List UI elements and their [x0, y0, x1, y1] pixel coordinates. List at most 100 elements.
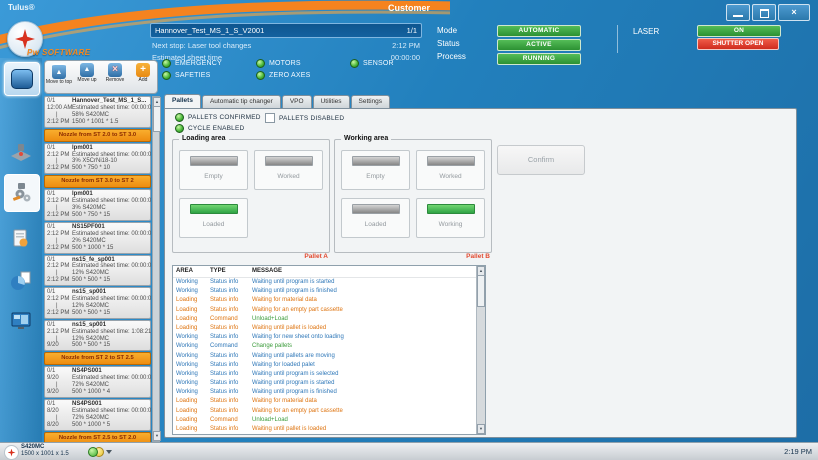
message-type: Status info [210, 379, 252, 388]
sidebar-item-home[interactable] [4, 62, 40, 96]
sidebar-item-machine[interactable] [4, 136, 38, 168]
sidebar-item-reports[interactable] [4, 265, 38, 297]
monitor-icon [9, 309, 33, 333]
pallet-b-label: Pallet B [334, 253, 490, 260]
sidebar-item-monitor[interactable] [4, 305, 38, 337]
tab[interactable]: Automatic tip changer [202, 95, 281, 108]
job-count: 0/1 [47, 191, 72, 198]
pallets-disabled-checkbox[interactable] [265, 113, 275, 123]
queue-item[interactable]: | Nozzle from ST 2.5 to ST 2.0 [44, 432, 151, 442]
message-row: Loading Command Unload+Load [173, 416, 485, 425]
job-time-start: 2:12 PM [47, 329, 72, 336]
minimize-icon [733, 15, 743, 17]
job-material: 72% S420MC [72, 415, 109, 422]
pallet-card[interactable]: Working [416, 198, 485, 238]
scroll-down-icon[interactable]: ▼ [153, 431, 161, 441]
pallet-card[interactable]: Worked [416, 150, 485, 190]
pallet-card[interactable]: Empty [179, 150, 248, 190]
tab[interactable]: Settings [351, 95, 391, 108]
process-value-button[interactable]: RUNNING [497, 53, 581, 65]
job-count: 0/1 [47, 224, 72, 231]
job-name: NS4PS001 [72, 368, 102, 375]
job-dimensions: 500 * 500 * 15 [72, 342, 110, 349]
queue-toolbar-button[interactable]: Add [130, 63, 157, 83]
job-name: ns15_sp001 [72, 322, 106, 329]
indicator: EMERGENCY [162, 59, 224, 68]
queue-item[interactable]: 0/1Hannover_Test_MS_1_S... 12:00 AMEstim… [44, 96, 151, 128]
tab[interactable]: Pallets [164, 94, 201, 108]
tab[interactable]: VPO [282, 95, 312, 108]
sidebar-item-documents[interactable] [4, 223, 38, 255]
job-material: 3% X5CrNi18-10 [72, 158, 117, 165]
chevron-down-icon [106, 450, 112, 454]
confirm-button[interactable]: Confirm [497, 145, 585, 175]
job-count: 0/1 [47, 98, 72, 105]
table-scrollbar[interactable]: ▲ ▼ [476, 266, 485, 434]
pallet-card[interactable]: Worked [254, 150, 323, 190]
queue-item[interactable]: 0/1NS4PS001 9/20Estimated sheet time: 00… [44, 366, 151, 398]
job-est-time: Estimated sheet time: 00:00:00 [72, 231, 151, 238]
queue-scrollbar[interactable]: ▲ ▼ [152, 96, 160, 442]
pallet-card[interactable]: Empty [341, 150, 410, 190]
indicator: SENSOR [350, 59, 412, 68]
queue-item[interactable]: 0/1ns15_sp001 2:12 PMEstimated sheet tim… [44, 320, 151, 352]
queue-item[interactable]: | Nozzle from ST 3.0 to ST 2 [44, 175, 151, 188]
job-dimensions: 1500 * 1001 * 1.5 [72, 119, 118, 126]
message-type: Command [210, 342, 252, 351]
machine-status-icon[interactable] [88, 447, 112, 456]
job-time-end: 2:12 PM [47, 212, 72, 219]
scroll-down-icon[interactable]: ▼ [477, 424, 485, 434]
queue-item[interactable]: | Nozzle from ST 2.0 to ST 3.0 [44, 129, 151, 142]
mode-value-button[interactable]: AUTOMATIC [497, 25, 581, 37]
minimize-button[interactable] [726, 4, 750, 21]
maximize-icon [760, 9, 769, 18]
message-row: Working Status info Waiting until progra… [173, 278, 485, 287]
close-button[interactable]: × [778, 4, 810, 21]
message-area: Loading [173, 296, 210, 305]
working-area-group: Working area Empty Worked Loaded Working [334, 139, 492, 253]
message-area: Working [173, 333, 210, 342]
job-time-start: 9/20 [47, 375, 72, 382]
pallet-status-bar [265, 156, 313, 166]
message-text: Waiting until program is selected [252, 370, 485, 379]
message-text: Change pallets [252, 342, 485, 351]
status-value-button[interactable]: ACTIVE [497, 39, 581, 51]
pallets-panel: PALLETS CONFIRMED CYCLE ENABLED PALLETS … [164, 108, 797, 438]
laser-on-button[interactable]: ON [697, 25, 781, 37]
queue-item[interactable]: 0/1NS15PF001 2:12 PMEstimated sheet time… [44, 222, 151, 254]
queue-toolbar-button[interactable]: Move to top [46, 63, 73, 85]
queue-item[interactable]: 0/1lpm001 2:12 PMEstimated sheet time: 0… [44, 189, 151, 221]
pallet-card[interactable]: Loaded [179, 198, 248, 238]
message-area: Loading [173, 324, 210, 333]
window-title: Customer [0, 3, 818, 13]
message-area: Working [173, 278, 210, 287]
message-row: Loading Status info Waiting until pallet… [173, 425, 485, 434]
pallet-card-label: Worked [417, 173, 484, 180]
scrollbar-thumb[interactable] [477, 275, 485, 307]
maximize-button[interactable] [752, 4, 776, 21]
scrollbar-thumb[interactable] [153, 106, 161, 132]
queue-item[interactable]: 0/1NS4PS001 8/20Estimated sheet time: 00… [44, 399, 151, 431]
sidebar-item-process[interactable] [4, 174, 40, 212]
pallet-card[interactable]: Loaded [341, 198, 410, 238]
indicator: MOTORS [256, 59, 318, 68]
toolbar-button-label: Add [130, 78, 157, 83]
safety-indicators: EMERGENCYSAFETIES MOTORSZERO AXES SENSOR [162, 59, 412, 80]
active-job-name-box[interactable]: Hannover_Test_MS_1_S_V2001 1/1 [150, 23, 422, 38]
queue-toolbar-button[interactable]: Remove [102, 63, 129, 83]
queue-item[interactable]: 0/1ns15_fe_sp001 2:12 PMEstimated sheet … [44, 255, 151, 287]
queue-item[interactable]: 0/1ns15_sp001 2:12 PMEstimated sheet tim… [44, 287, 151, 319]
pallet-card-label: Empty [180, 173, 247, 180]
message-type: Command [210, 416, 252, 425]
queue-item[interactable]: 0/1lpm001 2:12 PMEstimated sheet time: 0… [44, 143, 151, 175]
indicator-label: SENSOR [363, 60, 394, 67]
tab-label: Utilities [321, 98, 342, 105]
message-area: Working [173, 379, 210, 388]
queue-toolbar-button[interactable]: Move up [74, 63, 101, 83]
job-material: 3% S420MC [72, 205, 106, 212]
tab[interactable]: Utilities [313, 95, 350, 108]
message-text: Waiting for material data [252, 397, 485, 406]
queue-item[interactable]: | Nozzle from ST 2 to ST 2.5 [44, 352, 151, 365]
message-area: Working [173, 388, 210, 397]
laser-shutter-button[interactable]: SHUTTER OPEN [697, 38, 779, 50]
